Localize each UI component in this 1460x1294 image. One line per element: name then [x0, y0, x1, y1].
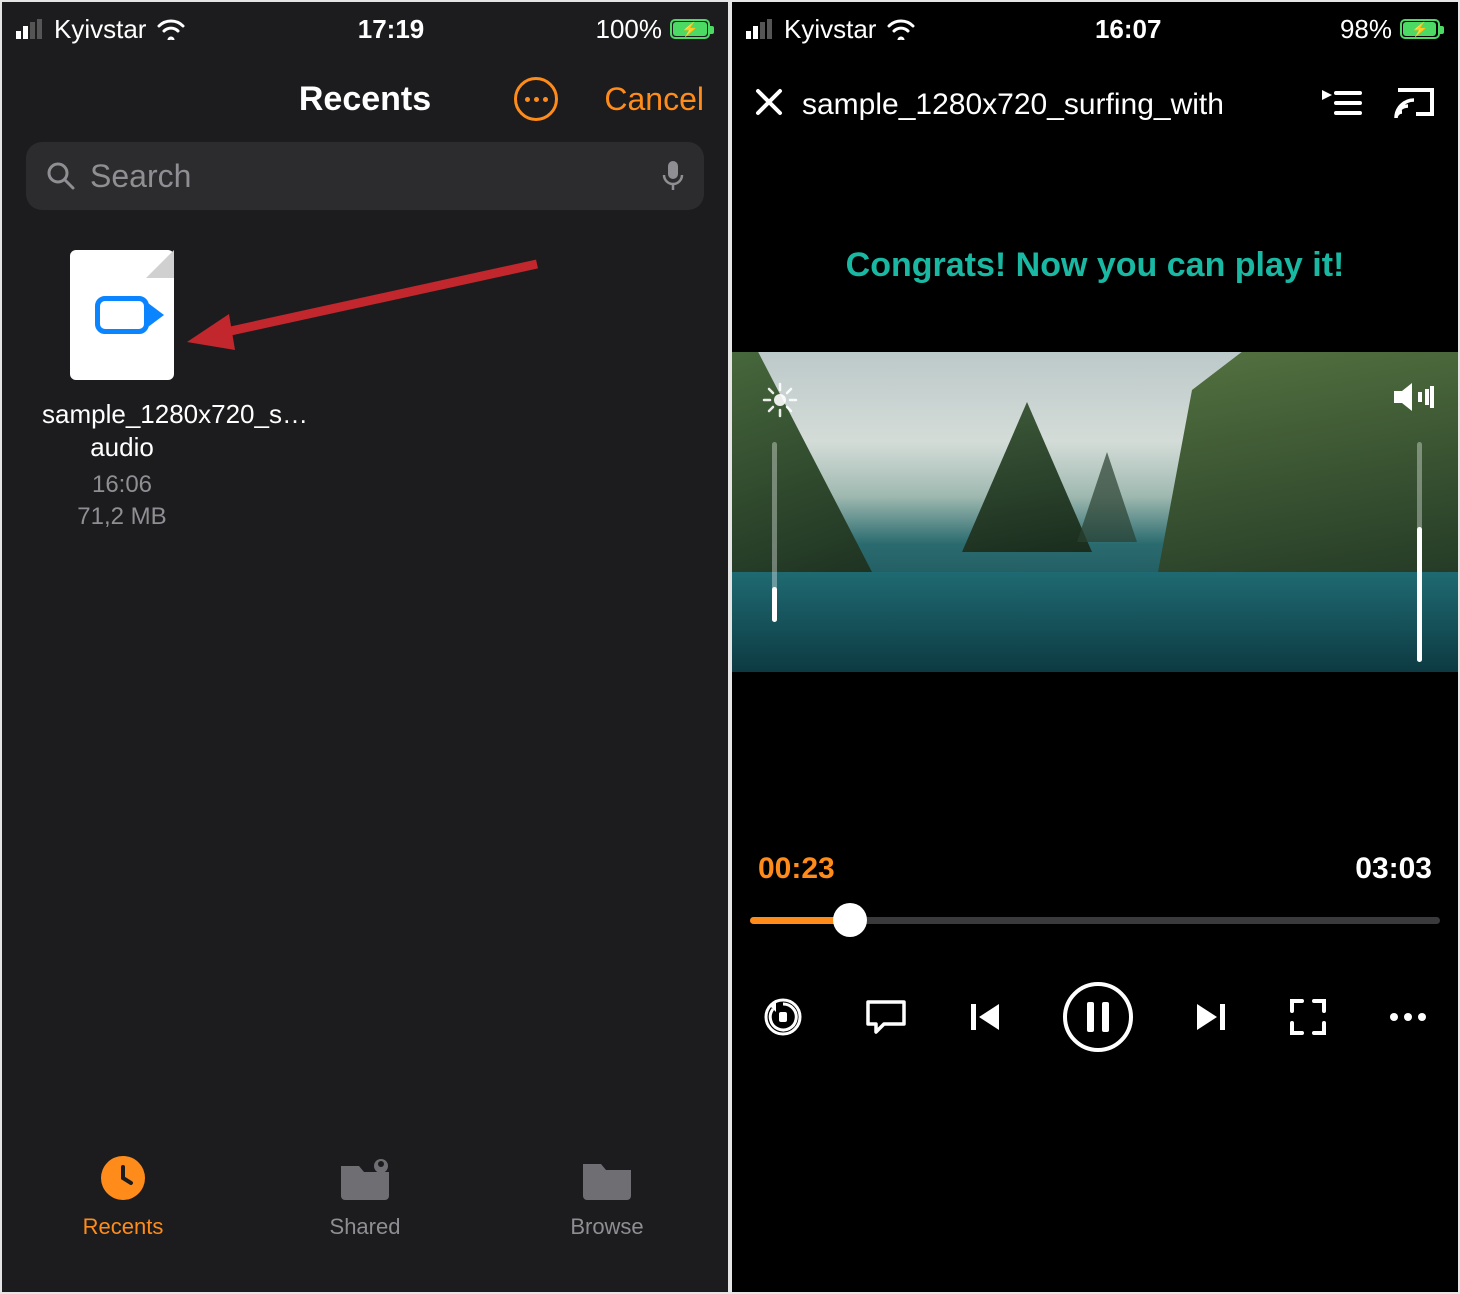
- tab-recents[interactable]: Recents: [63, 1152, 183, 1240]
- annotation-arrow: [187, 254, 547, 364]
- player-controls: [732, 962, 1458, 1072]
- file-size: 71,2 MB: [42, 501, 202, 533]
- duration: 03:03: [1355, 852, 1432, 886]
- video-frame[interactable]: [732, 352, 1458, 672]
- annotation-text: Congrats! Now you can play it!: [732, 246, 1458, 285]
- file-grid: sample_1280x720_s…audio 16:06 71,2 MB: [2, 210, 728, 574]
- battery-icon: ⚡: [670, 19, 710, 39]
- wifi-icon: [156, 18, 186, 40]
- clock: 16:07: [1095, 14, 1162, 45]
- tab-label: Recents: [83, 1214, 164, 1240]
- file-name: sample_1280x720_s…audio: [42, 398, 202, 463]
- file-item[interactable]: sample_1280x720_s…audio 16:06 71,2 MB: [42, 250, 202, 534]
- cancel-button[interactable]: Cancel: [604, 81, 704, 118]
- files-app-screen: Kyivstar 17:19 100% ⚡ Recents Cancel Sea…: [0, 0, 730, 1294]
- volume-icon[interactable]: [1394, 380, 1434, 419]
- tab-label: Shared: [330, 1214, 401, 1240]
- tab-browse[interactable]: Browse: [547, 1152, 667, 1240]
- more-options-button[interactable]: [1388, 1011, 1428, 1023]
- folder-icon: [581, 1152, 633, 1204]
- mic-icon[interactable]: [662, 161, 684, 191]
- file-time: 16:06: [42, 469, 202, 501]
- current-time: 00:23: [758, 852, 835, 886]
- carrier-label: Kyivstar: [54, 14, 146, 45]
- progress-scrubber[interactable]: [750, 908, 1440, 932]
- pause-button[interactable]: [1063, 982, 1133, 1052]
- search-placeholder: Search: [90, 158, 648, 195]
- tab-shared[interactable]: Shared: [305, 1152, 425, 1240]
- prev-button[interactable]: [969, 1000, 1003, 1034]
- close-button[interactable]: [754, 84, 784, 127]
- playlist-icon[interactable]: [1322, 87, 1362, 124]
- search-icon: [46, 161, 76, 191]
- page-title: Recents: [299, 80, 431, 119]
- next-button[interactable]: [1193, 1000, 1227, 1034]
- battery-icon: ⚡: [1400, 19, 1440, 39]
- signal-icon: [746, 19, 774, 39]
- wifi-icon: [886, 18, 916, 40]
- more-button[interactable]: [514, 77, 558, 121]
- tab-bar: Recents Shared Browse: [2, 1132, 728, 1292]
- battery-pct: 98%: [1340, 14, 1392, 45]
- time-row: 00:23 03:03: [732, 852, 1458, 886]
- clock: 17:19: [358, 14, 425, 45]
- cast-icon[interactable]: [1394, 86, 1436, 125]
- status-bar: Kyivstar 16:07 98% ⚡: [732, 2, 1458, 56]
- battery-pct: 100%: [596, 14, 663, 45]
- carrier-label: Kyivstar: [784, 14, 876, 45]
- brightness-icon[interactable]: [762, 382, 798, 423]
- video-title: sample_1280x720_surfing_with: [802, 88, 1304, 122]
- player-header: sample_1280x720_surfing_with: [732, 56, 1458, 136]
- files-header: Recents Cancel: [2, 56, 728, 142]
- search-bar[interactable]: Search: [26, 142, 704, 210]
- video-player-screen: Kyivstar 16:07 98% ⚡ sample_1280x720_sur…: [730, 0, 1460, 1294]
- video-file-icon: [70, 250, 174, 380]
- subtitles-button[interactable]: [864, 998, 908, 1036]
- fullscreen-button[interactable]: [1288, 997, 1328, 1037]
- shared-folder-icon: [339, 1152, 391, 1204]
- rotation-lock-button[interactable]: [762, 996, 804, 1038]
- clock-icon: [97, 1152, 149, 1204]
- status-bar: Kyivstar 17:19 100% ⚡: [2, 2, 728, 56]
- signal-icon: [16, 19, 44, 39]
- tab-label: Browse: [570, 1214, 643, 1240]
- volume-slider[interactable]: [1417, 442, 1422, 662]
- brightness-slider[interactable]: [772, 442, 777, 622]
